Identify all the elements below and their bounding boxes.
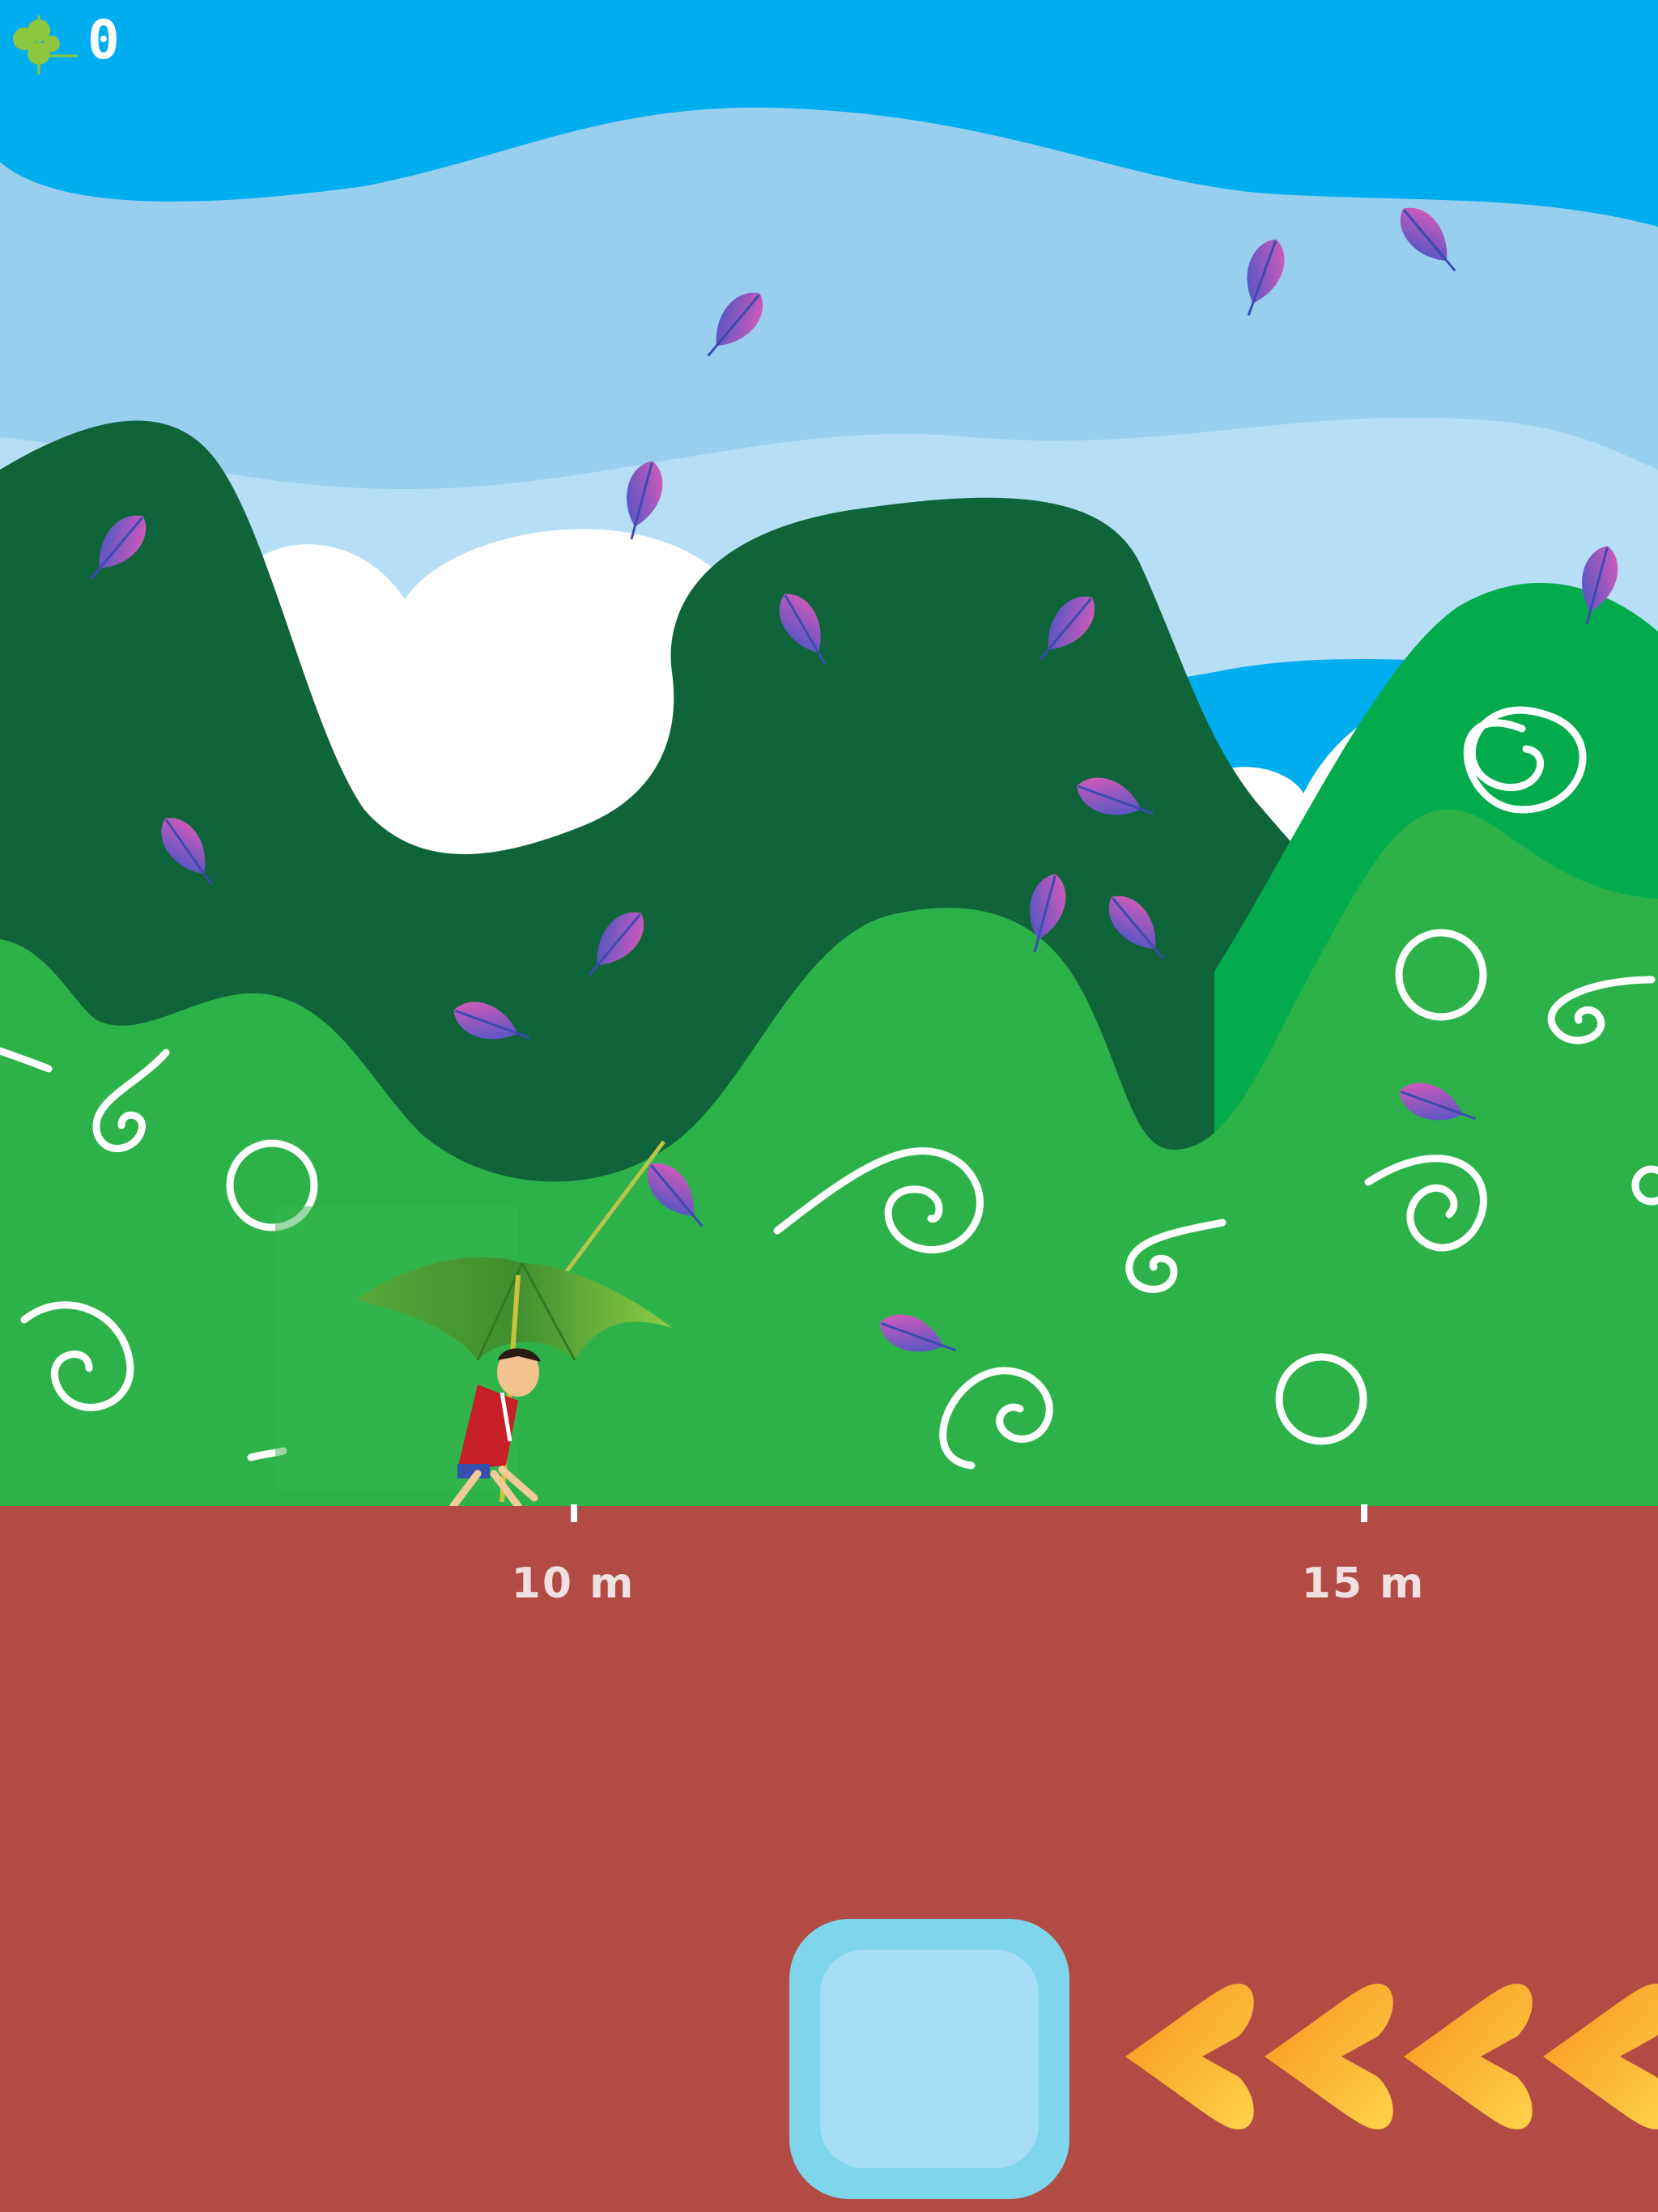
umbrella-button-face [820, 1950, 1039, 2168]
distance-marker-10m: 10 m [511, 1559, 636, 1608]
chevron-left-icon[interactable] [1396, 1976, 1533, 2138]
clover-icon [13, 15, 78, 74]
game-scene [0, 0, 1658, 2212]
chevron-left-icon[interactable] [1535, 1976, 1658, 2138]
chevron-left-icon[interactable] [1117, 1976, 1255, 2138]
distance-tick-15m [1361, 1504, 1367, 1522]
distance-marker-15m: 15 m [1301, 1559, 1426, 1608]
chevron-left-icon[interactable] [1256, 1976, 1394, 2138]
score-counter: 0 [87, 9, 121, 71]
umbrella-button[interactable] [789, 1919, 1069, 2199]
distance-tick-10m [571, 1504, 577, 1522]
